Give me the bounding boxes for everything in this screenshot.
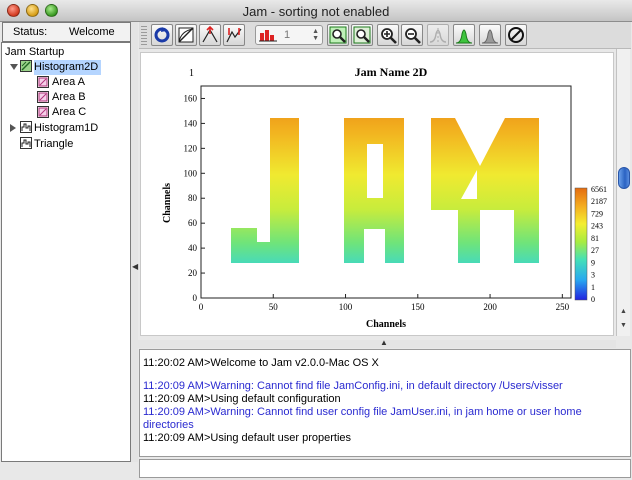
zoom-in-icon [381, 28, 397, 44]
gate-area-icon [37, 76, 49, 88]
plot-toolbar: 1 ▲ ▼ [139, 22, 631, 49]
x-tick-label: 250 [556, 302, 570, 312]
plot-panel[interactable]: 1 Jam Name 2D 0 50 100 150 200 250 0 20 40 60 80 1… [140, 52, 614, 336]
zoom-region-button[interactable] [327, 24, 349, 46]
title-bar: Jam - sorting not enabled [0, 0, 632, 22]
collapse-toggle-icon[interactable] [10, 124, 16, 132]
peak-find-button[interactable] [427, 24, 449, 46]
zoom-in-button[interactable] [377, 24, 399, 46]
x-tick-label: 0 [199, 302, 204, 312]
cancel-button[interactable] [505, 24, 527, 46]
colorbar-tick-label: 27 [591, 246, 599, 255]
histogram-tree[interactable]: Jam Startup Histogram2D Area A Area B Ar… [1, 42, 131, 462]
gate-button[interactable] [453, 24, 475, 46]
console-line: 11:20:02 AM>Welcome to Jam v2.0.0-Mac OS… [143, 357, 379, 369]
plot-scrollbar[interactable]: ▲ ▼ [616, 49, 630, 336]
histogram-group-icon [259, 30, 277, 42]
splitter-arrow-icon: ▲ [380, 338, 388, 347]
colorbar-tick-label: 81 [591, 234, 599, 243]
zoom-out-icon [405, 28, 421, 44]
y-tick-label: 140 [184, 118, 198, 128]
y-tick-label: 160 [184, 93, 198, 103]
status-label: Status: [13, 26, 48, 38]
histogram1d-icon [20, 137, 32, 149]
zoom-region-icon [329, 26, 347, 44]
plot-title: Jam Name 2D [355, 65, 428, 79]
zoom-out-button[interactable] [401, 24, 423, 46]
console-output[interactable]: 11:20:02 AM>Welcome to Jam v2.0.0-Mac OS… [139, 349, 631, 457]
console-line: directories [143, 419, 194, 431]
console-line: 11:20:09 AM>Using default user propertie… [143, 432, 352, 444]
histogram-button[interactable] [479, 24, 501, 46]
linear-log-icon [178, 27, 194, 43]
zoom-fit-button[interactable] [351, 24, 373, 46]
colorbar-tick-label: 729 [591, 209, 603, 218]
plot-corner-number: 1 [189, 68, 194, 79]
tree-item-area-c[interactable]: Area C [52, 105, 86, 120]
gate-icon [455, 29, 473, 44]
colorbar-tick-label: 6561 [591, 185, 607, 194]
scroll-down-icon[interactable]: ▼ [620, 322, 627, 329]
y-tick-label: 80 [188, 193, 198, 203]
horizontal-splitter[interactable]: ▲ [138, 338, 616, 348]
group-selector-value: 1 [284, 29, 291, 41]
y-tick-label: 100 [184, 168, 198, 178]
autoscale-button[interactable] [199, 24, 221, 46]
colorbar-tick-label: 2187 [591, 197, 607, 206]
histogram1d-icon [20, 121, 32, 133]
refresh-button[interactable] [151, 24, 173, 46]
colorbar-tick-label: 243 [591, 222, 603, 231]
cancel-icon [508, 27, 524, 43]
range-icon [226, 28, 242, 43]
x-tick-label: 100 [339, 302, 353, 312]
tree-item-triangle[interactable]: Triangle [34, 137, 73, 152]
tree-item-area-b[interactable]: Area B [52, 90, 86, 105]
refresh-icon [154, 27, 170, 43]
spinner-icon[interactable]: ▲ ▼ [312, 28, 319, 42]
y-tick-label: 120 [184, 143, 198, 153]
splitter-arrow-icon: ◀ [132, 262, 139, 271]
linear-log-button[interactable] [175, 24, 197, 46]
color-scale-bar [574, 187, 588, 301]
console-line: 11:20:09 AM>Using default configuration [143, 393, 341, 405]
y-tick-label: 0 [193, 293, 198, 303]
y-tick-label: 40 [188, 243, 198, 253]
toolbar-grip[interactable] [141, 26, 147, 46]
tree-item-area-a[interactable]: Area A [52, 75, 85, 90]
colorbar-tick-label: 1 [591, 283, 595, 292]
range-button[interactable] [223, 24, 245, 46]
command-input[interactable] [139, 459, 631, 478]
autoscale-icon [202, 25, 218, 43]
console-line: 11:20:09 AM>Warning: Cannot find file Ja… [143, 380, 563, 392]
histogram-icon [481, 29, 499, 44]
zoom-fit-icon [353, 26, 371, 44]
peak-find-icon [429, 28, 447, 43]
colorbar-tick-label: 0 [591, 295, 595, 304]
status-panel: Status: Welcome [2, 22, 131, 42]
x-tick-label: 200 [483, 302, 497, 312]
gate-area-icon [37, 91, 49, 103]
colorbar-tick-label: 3 [591, 271, 595, 280]
y-axis-label: Channels [162, 183, 173, 223]
x-tick-label: 150 [411, 302, 425, 312]
histogram-2d-plot[interactable]: 1 Jam Name 2D 0 50 100 150 200 250 0 20 40 60 80 1… [141, 53, 615, 337]
scrollbar-thumb[interactable] [618, 167, 630, 189]
group-selector[interactable]: 1 ▲ ▼ [255, 25, 323, 45]
status-value: Welcome [69, 26, 115, 38]
x-tick-label: 50 [269, 302, 279, 312]
tree-root[interactable]: Jam Startup [5, 45, 64, 60]
console-line: 11:20:09 AM>Warning: Cannot find user co… [143, 406, 582, 418]
vertical-splitter[interactable]: ◀ [131, 22, 138, 462]
window-title: Jam - sorting not enabled [242, 4, 390, 19]
y-tick-label: 60 [188, 218, 198, 228]
tree-item-histogram1d[interactable]: Histogram1D [34, 121, 98, 136]
tree-item-histogram2d[interactable]: Histogram2D [34, 60, 102, 75]
histogram2d-icon [20, 60, 32, 72]
x-axis-label: Channels [366, 319, 406, 330]
colorbar-tick-label: 9 [591, 258, 595, 267]
y-tick-label: 20 [188, 268, 198, 278]
expand-toggle-icon[interactable] [10, 64, 18, 70]
scroll-up-icon[interactable]: ▲ [620, 308, 627, 315]
gate-area-icon [37, 106, 49, 118]
